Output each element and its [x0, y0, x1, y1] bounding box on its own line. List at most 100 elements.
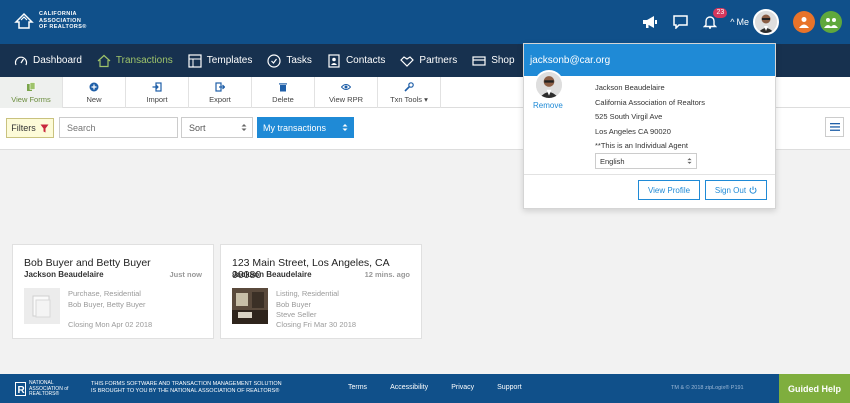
address-book-icon — [328, 53, 340, 68]
guided-help-button[interactable]: Guided Help — [779, 374, 850, 403]
card-agent: Jackson Beaudelaire — [24, 270, 104, 279]
card-time: 12 mins. ago — [364, 270, 410, 279]
search-input[interactable] — [59, 117, 178, 138]
view-profile-label: View Profile — [647, 185, 691, 195]
export-button[interactable]: Export — [189, 77, 252, 108]
nar-text: NATIONAL ASSOCIATION of REALTORS® — [29, 380, 69, 397]
card-details: Listing, Residential Bob Buyer Steve Sel… — [276, 289, 339, 319]
top-header: CALIFORNIA ASSOCIATION OF REALTORS® 23 ^… — [0, 0, 850, 44]
eye-icon — [341, 83, 351, 90]
avatar[interactable] — [753, 9, 779, 35]
export-icon — [215, 81, 225, 92]
nav-contacts-label: Contacts — [345, 55, 386, 66]
nav-templates[interactable]: Templates — [188, 44, 253, 77]
nav-shop[interactable]: Shop — [472, 44, 515, 77]
realtor-r-icon: R — [15, 382, 26, 397]
logo-text: CALIFORNIA ASSOCIATION OF REALTORS® — [39, 11, 87, 31]
sort-label: Sort — [189, 122, 206, 133]
nav-templates-label: Templates — [206, 55, 253, 66]
profile-email: jacksonb@car.org — [524, 44, 775, 76]
notification-badge: 23 — [713, 8, 728, 18]
delete-label: Delete — [272, 94, 294, 104]
sign-out-button[interactable]: Sign Out — [705, 180, 767, 200]
me-menu[interactable]: ^ Me — [730, 17, 749, 27]
import-button[interactable]: Import — [126, 77, 189, 108]
footer-links: Terms Accessibility Privacy Support — [348, 384, 522, 391]
txn-tools-button[interactable]: Txn Tools ▾ — [378, 77, 441, 108]
megaphone-icon[interactable] — [640, 12, 660, 32]
car-logo[interactable]: CALIFORNIA ASSOCIATION OF REALTORS® — [14, 11, 87, 31]
profile-info: Jackson Beaudelaire California Associati… — [595, 81, 705, 154]
nav-dashboard-label: Dashboard — [33, 55, 82, 66]
wrench-icon — [404, 81, 414, 92]
language-value: English — [600, 156, 625, 166]
chat-icon[interactable] — [670, 12, 690, 32]
property-photo — [232, 288, 268, 324]
card-closing-date: Closing Fri Mar 30 2018 — [276, 320, 357, 329]
chevron-up-icon: ^ — [730, 17, 735, 27]
view-forms-button[interactable]: View Forms — [0, 77, 63, 108]
app-orange-icon[interactable] — [793, 11, 815, 33]
remove-photo-link[interactable]: Remove — [533, 101, 563, 110]
nav-tasks[interactable]: Tasks — [267, 44, 312, 77]
view-rpr-label: View RPR — [328, 94, 364, 104]
profile-note: **This is an Individual Agent — [595, 141, 688, 150]
scope-select[interactable]: My transactions — [257, 117, 354, 138]
profile-organization: California Association of Realtors — [595, 97, 706, 107]
card-icon — [472, 55, 486, 66]
transaction-card[interactable]: 123 Main Street, Los Angeles, CA 90080 J… — [220, 244, 422, 339]
card-details: Purchase, Residential Bob Buyer, Betty B… — [68, 289, 146, 309]
nav-contacts[interactable]: Contacts — [327, 44, 385, 77]
updown-caret-icon — [342, 124, 348, 131]
divider — [524, 174, 775, 175]
bell-icon[interactable]: 23 — [700, 8, 728, 32]
hamburger-icon — [829, 123, 840, 131]
nav-transactions[interactable]: Transactions — [97, 44, 173, 77]
power-icon — [749, 186, 757, 194]
updown-caret-icon — [241, 124, 247, 131]
txn-tools-label: Txn Tools ▾ — [390, 94, 428, 104]
nav-dashboard[interactable]: Dashboard — [14, 44, 82, 77]
profile-name: Jackson Beaudelaire — [595, 83, 665, 92]
document-placeholder-icon — [24, 288, 60, 324]
view-rpr-button[interactable]: View RPR — [315, 77, 378, 108]
filters-button[interactable]: Filters — [6, 118, 54, 138]
list-view-button[interactable] — [825, 117, 844, 137]
card-agent: Jackson Beaudelaire — [232, 270, 312, 279]
view-profile-button[interactable]: View Profile — [638, 180, 700, 200]
footer-link-privacy[interactable]: Privacy — [451, 384, 474, 391]
me-label: Me — [736, 17, 749, 27]
app-green-icon[interactable] — [820, 11, 842, 33]
import-icon — [152, 81, 162, 92]
check-circle-icon — [267, 53, 281, 68]
trash-icon — [279, 82, 287, 91]
svg-text:R: R — [18, 385, 26, 396]
nar-logo[interactable]: R NATIONAL ASSOCIATION of REALTORS® — [15, 380, 69, 398]
footer-link-terms[interactable]: Terms — [348, 384, 367, 391]
profile-dropdown: jacksonb@car.org Remove Jackson Beaudela… — [523, 43, 776, 209]
card-title: Bob Buyer and Betty Buyer — [24, 257, 151, 269]
new-button[interactable]: New — [63, 77, 126, 108]
footer-tagline: THIS FORMS SOFTWARE AND TRANSACTION MANA… — [91, 381, 282, 394]
footer-trademark: TM & © 2018 zipLogix® P191 — [671, 385, 744, 391]
footer-link-accessibility[interactable]: Accessibility — [390, 384, 428, 391]
nav-partners[interactable]: Partners — [400, 44, 457, 77]
footer-link-support[interactable]: Support — [497, 384, 522, 391]
grid-icon — [188, 53, 202, 68]
transaction-card[interactable]: Bob Buyer and Betty Buyer Jackson Beaude… — [12, 244, 214, 339]
gauge-icon — [14, 56, 28, 65]
docs-icon — [27, 81, 36, 91]
footer: R NATIONAL ASSOCIATION of REALTORS® THIS… — [0, 374, 850, 403]
delete-button[interactable]: Delete — [252, 77, 315, 108]
header-actions: 23 ^ Me — [640, 0, 850, 44]
card-time: Just now — [169, 270, 202, 279]
updown-caret-icon — [687, 158, 692, 164]
view-forms-label: View Forms — [11, 94, 51, 104]
nav-partners-label: Partners — [419, 55, 458, 66]
filter-funnel-icon — [40, 124, 49, 132]
new-label: New — [86, 94, 102, 104]
house-icon — [97, 54, 111, 67]
sort-select[interactable]: Sort — [181, 117, 253, 138]
language-select[interactable]: English — [595, 153, 697, 169]
scope-label: My transactions — [263, 122, 327, 133]
